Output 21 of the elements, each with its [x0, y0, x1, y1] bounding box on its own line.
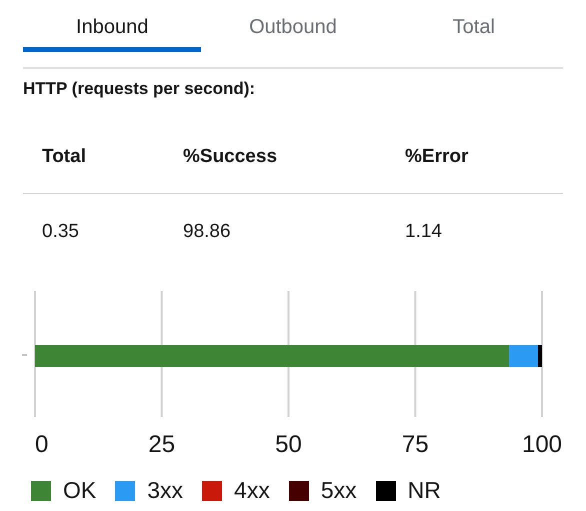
table-cell-text: 98.86 — [183, 221, 232, 243]
tab[interactable]: Total — [384, 0, 563, 52]
axis-tick — [22, 354, 27, 356]
axis-tick-label: 25 — [148, 431, 176, 458]
axis-tick-label: 0 — [35, 431, 48, 458]
column-header: %Error — [405, 146, 468, 168]
table-cell-text: 0.35 — [42, 221, 80, 243]
axis-tick-label: 100 — [522, 431, 562, 458]
column-header: Total — [42, 146, 87, 168]
legend-label: NR — [408, 477, 441, 504]
axis-tick-label: 50 — [275, 431, 302, 458]
section-heading: HTTP (requests per second): — [23, 79, 256, 99]
legend-label: OK — [63, 477, 96, 504]
tab[interactable]: Inbound — [23, 0, 202, 52]
table-cell: 1.14 — [405, 221, 442, 243]
axis-tick-label: 75 — [402, 431, 429, 458]
tab[interactable]: Outbound — [201, 0, 385, 52]
legend-label: 3xx — [147, 477, 184, 504]
legend-label: 5xx — [320, 477, 357, 504]
legend-label: 4xx — [234, 477, 270, 504]
column-header: %Success — [183, 146, 278, 168]
